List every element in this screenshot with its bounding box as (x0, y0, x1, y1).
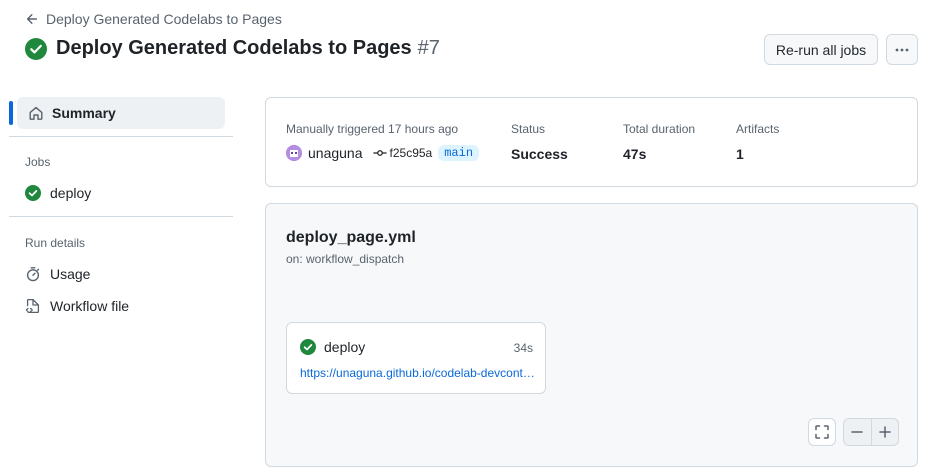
sidebar-item-workflow-file[interactable]: Workflow file (25, 298, 129, 314)
page-title: Deploy Generated Codelabs to Pages #7 (25, 37, 440, 60)
branch-badge[interactable]: main (438, 145, 480, 161)
minus-icon (851, 431, 864, 433)
avatar[interactable] (286, 145, 302, 161)
sidebar-heading-jobs: Jobs (25, 155, 51, 169)
sidebar-item-label: deploy (50, 185, 92, 201)
duration-value[interactable]: 47s (623, 146, 695, 162)
user-avatar-icon (286, 145, 302, 161)
stopwatch-icon (26, 267, 40, 282)
zoom-out-button[interactable] (844, 419, 871, 445)
success-check-icon (25, 37, 47, 60)
success-check-icon (300, 339, 316, 355)
deployment-url-link[interactable]: https://unaguna.github.io/codelab-devcon… (300, 366, 536, 380)
home-icon (29, 106, 43, 120)
artifacts-value[interactable]: 1 (736, 146, 779, 162)
sidebar-divider (9, 136, 233, 137)
sidebar-item-summary[interactable]: Summary (9, 97, 225, 129)
artifacts-column: Artifacts 1 (736, 122, 779, 162)
commit-link[interactable]: f25c95a (372, 146, 433, 160)
zoom-in-button[interactable] (870, 419, 898, 445)
sidebar-item-deploy[interactable]: deploy (25, 185, 91, 201)
sidebar-item-label: Workflow file (50, 298, 130, 314)
user-link[interactable]: unaguna (308, 145, 363, 161)
success-check-icon (25, 185, 41, 201)
sidebar-item-usage[interactable]: Usage (25, 266, 90, 282)
status-label: Status (511, 122, 546, 136)
status-column: Status Success (511, 122, 568, 162)
arrow-left-icon (26, 14, 38, 24)
zoom-controls (843, 418, 899, 446)
duration-label: Total duration (623, 122, 696, 136)
status-value: Success (511, 146, 568, 162)
screen-full-icon (815, 425, 829, 439)
file-code-icon (25, 298, 40, 314)
trigger-column: Manually triggered 17 hours ago unaguna … (286, 122, 480, 161)
run-number: #7 (417, 37, 440, 59)
trigger-details: unaguna f25c95a main (286, 145, 480, 161)
job-card-deploy[interactable]: deploy 34s https://unaguna.github.io/cod… (286, 322, 546, 394)
plus-icon (879, 426, 891, 438)
artifacts-label: Artifacts (736, 122, 780, 136)
sidebar-item-label: Summary (52, 105, 116, 121)
sidebar: Summary (9, 97, 233, 129)
trigger-label: Manually triggered 17 hours ago (286, 122, 459, 136)
back-link-label: Deploy Generated Codelabs to Pages (46, 11, 282, 27)
more-options-button[interactable] (886, 34, 918, 65)
sidebar-divider (9, 216, 233, 217)
workflow-file-name: deploy_page.yml (286, 229, 416, 246)
job-name: deploy (324, 339, 366, 355)
rerun-all-jobs-button[interactable]: Re-run all jobs (764, 34, 878, 65)
run-summary-card: Manually triggered 17 hours ago unaguna … (265, 97, 918, 187)
kebab-horizontal-icon (895, 48, 909, 51)
duration-column: Total duration 47s (623, 122, 695, 162)
workflow-title: Deploy Generated Codelabs to Pages #7 (56, 37, 440, 60)
sidebar-heading-run-details: Run details (25, 236, 86, 250)
workflow-graph: deploy_page.yml on: workflow_dispatch de… (265, 203, 918, 467)
job-duration: 34s (513, 341, 533, 355)
workflow-title-text: Deploy Generated Codelabs to Pages (56, 37, 412, 59)
commit-sha: f25c95a (389, 146, 433, 160)
back-link[interactable]: Deploy Generated Codelabs to Pages (25, 11, 282, 27)
fit-to-screen-button[interactable] (808, 418, 836, 446)
commit-icon (372, 150, 387, 156)
job-header: deploy (300, 339, 365, 355)
workflow-trigger: on: workflow_dispatch (286, 252, 405, 266)
sidebar-item-label: Usage (50, 266, 91, 282)
